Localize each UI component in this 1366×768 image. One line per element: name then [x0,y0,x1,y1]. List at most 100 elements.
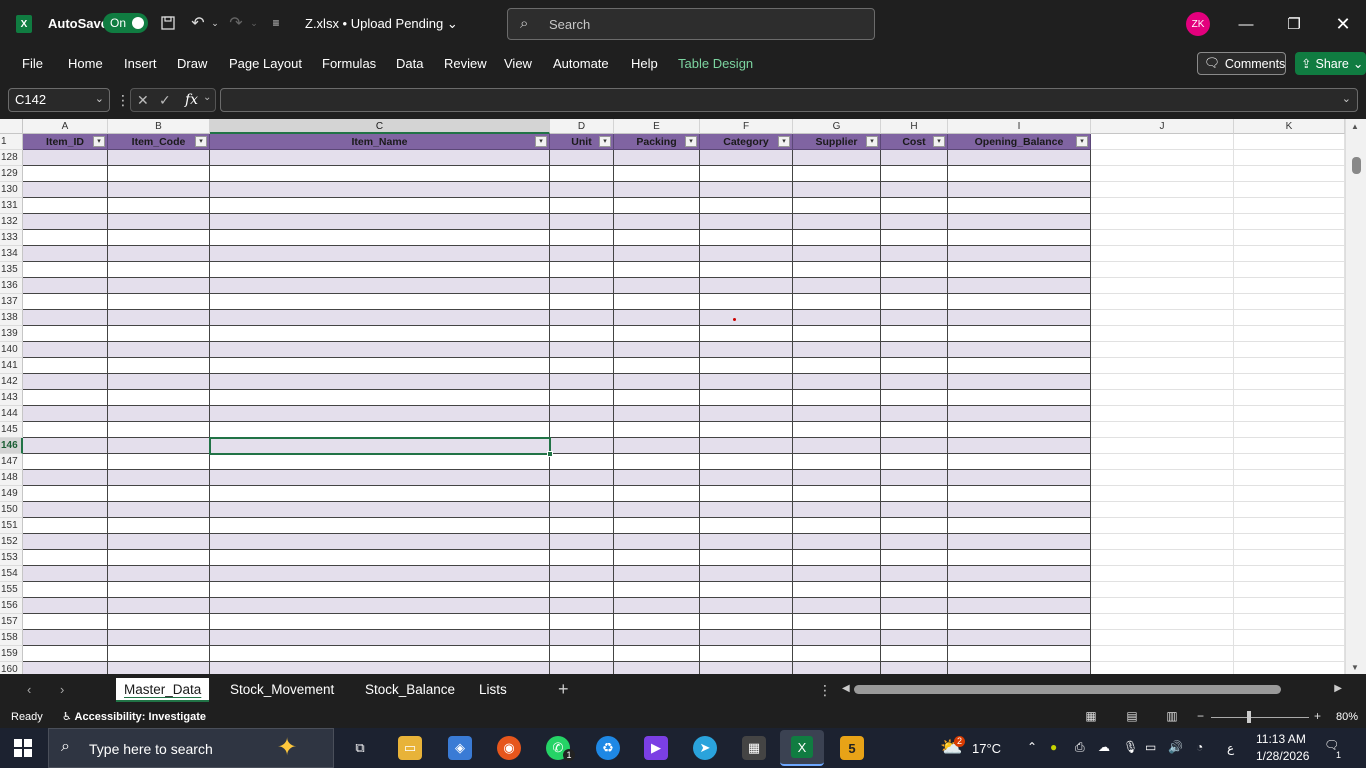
table-cell[interactable] [23,374,108,390]
taskbar-search[interactable]: ⌕ Type here to search ✦ [48,728,334,768]
table-cell[interactable] [948,390,1091,406]
table-cell[interactable] [948,198,1091,214]
table-cell[interactable] [793,614,881,630]
table-cell[interactable] [108,182,210,198]
filter-dropdown-icon[interactable]: ▾ [933,136,945,147]
table-cell[interactable] [793,598,881,614]
table-cell[interactable] [550,566,614,582]
table-cell[interactable] [948,326,1091,342]
table-cell[interactable] [881,454,948,470]
cell[interactable] [1234,326,1345,342]
table-cell[interactable] [614,374,700,390]
row-header[interactable]: 137 [0,294,23,310]
table-cell[interactable] [23,630,108,646]
table-cell[interactable] [210,230,550,246]
table-cell[interactable] [948,246,1091,262]
table-cell[interactable] [700,502,793,518]
table-cell[interactable] [614,182,700,198]
table-cell[interactable] [948,534,1091,550]
table-header-cell[interactable]: Item_Code ▾ [108,134,210,150]
column-header-b[interactable]: B [108,119,210,134]
table-cell[interactable] [108,582,210,598]
table-cell[interactable] [614,646,700,662]
table-cell[interactable] [793,406,881,422]
cell[interactable] [1091,614,1234,630]
cell[interactable] [1234,486,1345,502]
user-avatar[interactable]: ZK [1186,12,1210,36]
windows-start-icon[interactable] [14,739,32,757]
table-cell[interactable] [210,582,550,598]
table-cell[interactable] [881,486,948,502]
table-cell[interactable] [550,310,614,326]
recycle-app-icon[interactable]: ♻ [596,736,620,760]
table-cell[interactable] [700,422,793,438]
sheet-tab-lists[interactable]: Lists [471,678,515,702]
formula-input[interactable]: ⌄ [220,88,1358,112]
temperature[interactable]: 17°C [972,741,1001,756]
table-cell[interactable] [23,470,108,486]
row-header[interactable]: 129 [0,166,23,182]
tab-help[interactable]: Help [631,56,658,71]
row-header[interactable]: 158 [0,630,23,646]
cell[interactable] [1234,406,1345,422]
table-cell[interactable] [793,646,881,662]
table-cell[interactable] [948,614,1091,630]
table-cell[interactable] [700,518,793,534]
table-cell[interactable] [793,454,881,470]
horizontal-scrollbar[interactable]: ◀ ▶ [842,683,1342,697]
table-cell[interactable] [948,422,1091,438]
table-cell[interactable] [793,630,881,646]
table-cell[interactable] [23,646,108,662]
row-header[interactable]: 153 [0,550,23,566]
zoom-out-icon[interactable]: − [1197,709,1204,723]
table-cell[interactable] [881,630,948,646]
table-cell[interactable] [700,230,793,246]
table-cell[interactable] [614,454,700,470]
column-header-c[interactable]: C [210,119,550,134]
table-cell[interactable] [550,262,614,278]
table-cell[interactable] [793,518,881,534]
save-icon[interactable] [158,13,178,33]
file-title[interactable]: Z.xlsx • Upload Pending ⌄ [305,16,458,32]
tab-data[interactable]: Data [396,56,423,71]
table-cell[interactable] [881,214,948,230]
table-cell[interactable] [23,342,108,358]
cell[interactable] [1234,470,1345,486]
table-cell[interactable] [948,502,1091,518]
table-cell[interactable] [881,582,948,598]
cell[interactable] [1091,502,1234,518]
media-app-icon[interactable]: ▶ [644,736,668,760]
undo-dropdown-icon[interactable]: ⌄ [205,13,225,33]
row-header[interactable]: 155 [0,582,23,598]
table-cell[interactable] [948,150,1091,166]
table-cell[interactable] [108,406,210,422]
table-cell[interactable] [210,166,550,182]
table-cell[interactable] [793,198,881,214]
row-header[interactable]: 140 [0,342,23,358]
table-cell[interactable] [700,582,793,598]
next-sheet-icon[interactable]: › [60,682,64,697]
table-cell[interactable] [210,182,550,198]
volume-icon[interactable]: 🔊 [1168,740,1183,754]
table-cell[interactable] [108,438,210,454]
table-cell[interactable] [948,294,1091,310]
table-cell[interactable] [948,454,1091,470]
cell[interactable] [1091,390,1234,406]
table-cell[interactable] [793,246,881,262]
tab-home[interactable]: Home [68,56,103,71]
table-cell[interactable] [948,566,1091,582]
table-cell[interactable] [550,358,614,374]
table-cell[interactable] [210,502,550,518]
table-cell[interactable] [793,358,881,374]
accessibility-status[interactable]: ♿︎ Accessibility: Investigate [62,710,206,723]
table-cell[interactable] [948,550,1091,566]
cell[interactable] [1234,214,1345,230]
table-cell[interactable] [881,150,948,166]
table-cell[interactable] [550,182,614,198]
table-cell[interactable] [108,662,210,674]
table-cell[interactable] [23,486,108,502]
table-cell[interactable] [881,310,948,326]
table-cell[interactable] [948,646,1091,662]
table-cell[interactable] [23,326,108,342]
table-cell[interactable] [700,310,793,326]
